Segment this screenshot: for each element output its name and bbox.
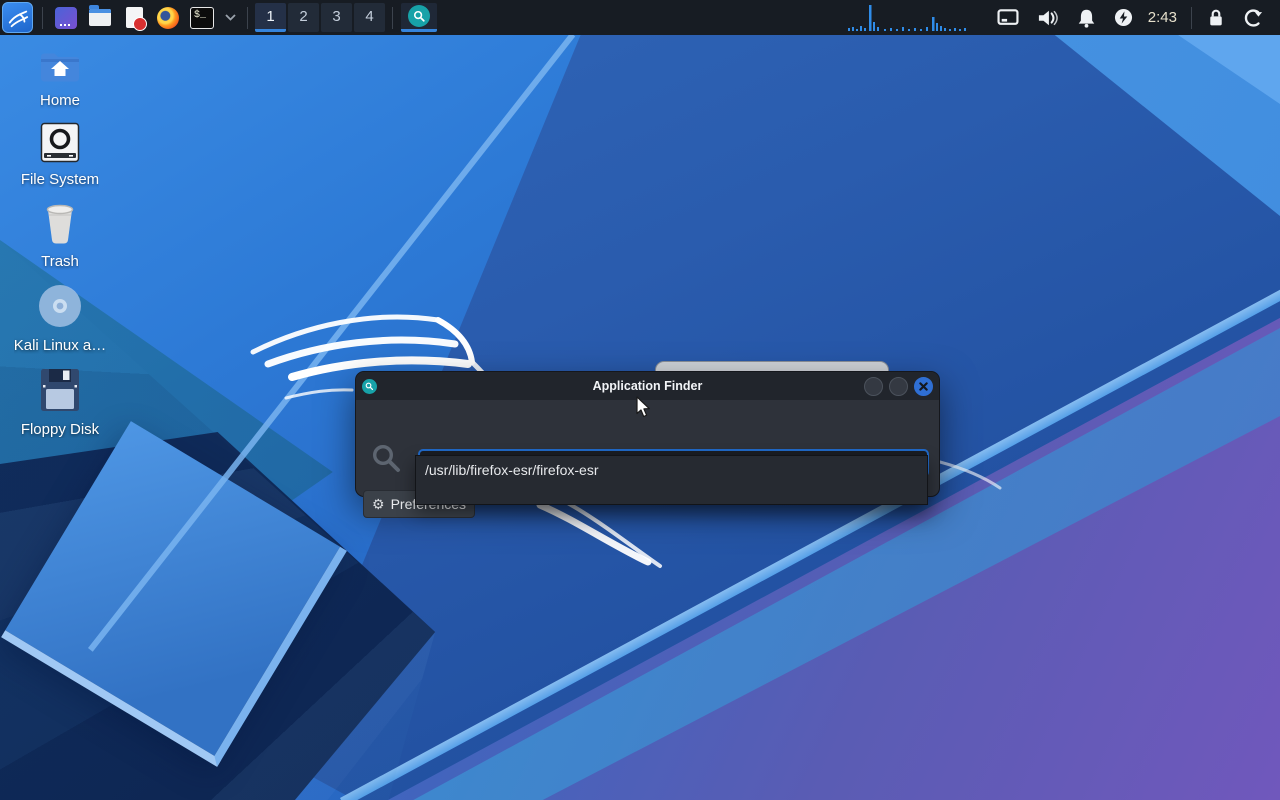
workspace-4-label: 4 bbox=[365, 7, 374, 25]
trash-icon bbox=[46, 204, 74, 244]
desktop-icon-label: File System bbox=[20, 171, 100, 188]
workspace-3[interactable]: 3 bbox=[321, 3, 352, 32]
autocomplete-popup: /usr/lib/firefox-esr/firefox-esr bbox=[415, 455, 928, 505]
notifications-bell-icon[interactable] bbox=[1077, 8, 1096, 28]
logout-icon[interactable] bbox=[1243, 8, 1263, 28]
workspace-1[interactable]: 1 bbox=[255, 3, 286, 32]
desktop-icon-label: Home bbox=[39, 92, 80, 109]
application-finder-icon bbox=[408, 5, 430, 27]
home-folder-icon bbox=[41, 53, 79, 82]
workspace-3-label: 3 bbox=[332, 7, 341, 25]
volume-icon[interactable] bbox=[1037, 8, 1059, 28]
power-manager-icon[interactable] bbox=[1114, 8, 1133, 27]
filesystem-drive-icon bbox=[40, 122, 80, 163]
taskbar-item-application-finder[interactable] bbox=[401, 3, 437, 32]
mouse-cursor bbox=[636, 396, 650, 418]
cpu-graph-icon[interactable] bbox=[846, 4, 978, 32]
text-editor-icon bbox=[125, 7, 147, 31]
terminal-icon: $_ bbox=[190, 6, 214, 29]
window-controls bbox=[864, 376, 933, 396]
workspace-2[interactable]: 2 bbox=[288, 3, 319, 32]
firefox-icon bbox=[157, 6, 179, 29]
gear-icon: ⚙ bbox=[372, 495, 385, 512]
desktop-icon-label: Floppy Disk bbox=[20, 421, 100, 438]
desktop-icon-floppy[interactable]: Floppy Disk bbox=[12, 367, 108, 438]
clock[interactable]: 2:43 bbox=[1148, 9, 1177, 26]
terminal-dropdown[interactable] bbox=[223, 3, 237, 33]
desktop-icon-home[interactable]: Home bbox=[12, 50, 108, 109]
floppy-disk-icon bbox=[41, 369, 79, 411]
optical-disc-icon bbox=[39, 285, 81, 327]
launcher-text-editor[interactable] bbox=[121, 3, 147, 33]
window-title: Application Finder bbox=[592, 379, 703, 393]
maximize-button[interactable] bbox=[889, 376, 908, 396]
desktop-icon-trash[interactable]: Trash bbox=[12, 201, 108, 270]
lock-screen-icon[interactable] bbox=[1207, 8, 1225, 28]
desktop-settings-icon bbox=[55, 6, 77, 29]
autocomplete-result[interactable]: /usr/lib/firefox-esr/firefox-esr bbox=[416, 456, 927, 484]
panel-separator bbox=[42, 6, 43, 29]
panel-right-section: 2:43 bbox=[846, 0, 1280, 35]
minimize-button[interactable] bbox=[864, 376, 883, 396]
close-icon bbox=[919, 381, 928, 391]
search-icon bbox=[372, 444, 400, 472]
launcher-firefox[interactable] bbox=[155, 3, 181, 33]
panel-separator bbox=[392, 6, 393, 29]
launcher-terminal[interactable]: $_ bbox=[189, 3, 215, 33]
desktop-icon-filesystem[interactable]: File System bbox=[12, 122, 108, 188]
chevron-down-icon bbox=[224, 14, 236, 21]
panel-left-section: $_ 1 2 3 4 bbox=[0, 0, 439, 35]
desktop: $_ 1 2 3 4 2:43 Home File System Trash K… bbox=[0, 0, 1280, 800]
panel-separator bbox=[247, 6, 248, 29]
top-panel: $_ 1 2 3 4 2:43 bbox=[0, 0, 1280, 35]
desktop-icon-list: Home File System Trash Kali Linux a… Flo… bbox=[12, 50, 108, 451]
launcher-desktop-settings[interactable] bbox=[53, 3, 79, 33]
workspace-1-label: 1 bbox=[266, 7, 275, 25]
desktop-icon-label: Trash bbox=[41, 253, 79, 270]
workspace-switcher: 1 2 3 4 bbox=[254, 0, 386, 35]
terminal-prompt-glyph: $_ bbox=[194, 9, 207, 21]
desktop-icon-label: Kali Linux a… bbox=[13, 337, 107, 354]
launcher-file-manager[interactable] bbox=[87, 3, 113, 33]
panel-separator bbox=[1191, 6, 1192, 29]
close-button[interactable] bbox=[914, 376, 933, 396]
display-tray-icon[interactable] bbox=[997, 8, 1019, 27]
workspace-4[interactable]: 4 bbox=[354, 3, 385, 32]
workspace-2-label: 2 bbox=[299, 7, 308, 25]
file-manager-icon bbox=[89, 5, 111, 26]
applications-menu-button[interactable] bbox=[2, 2, 33, 33]
desktop-icon-kali-cd[interactable]: Kali Linux a… bbox=[12, 283, 108, 354]
kali-logo-icon bbox=[8, 10, 28, 27]
